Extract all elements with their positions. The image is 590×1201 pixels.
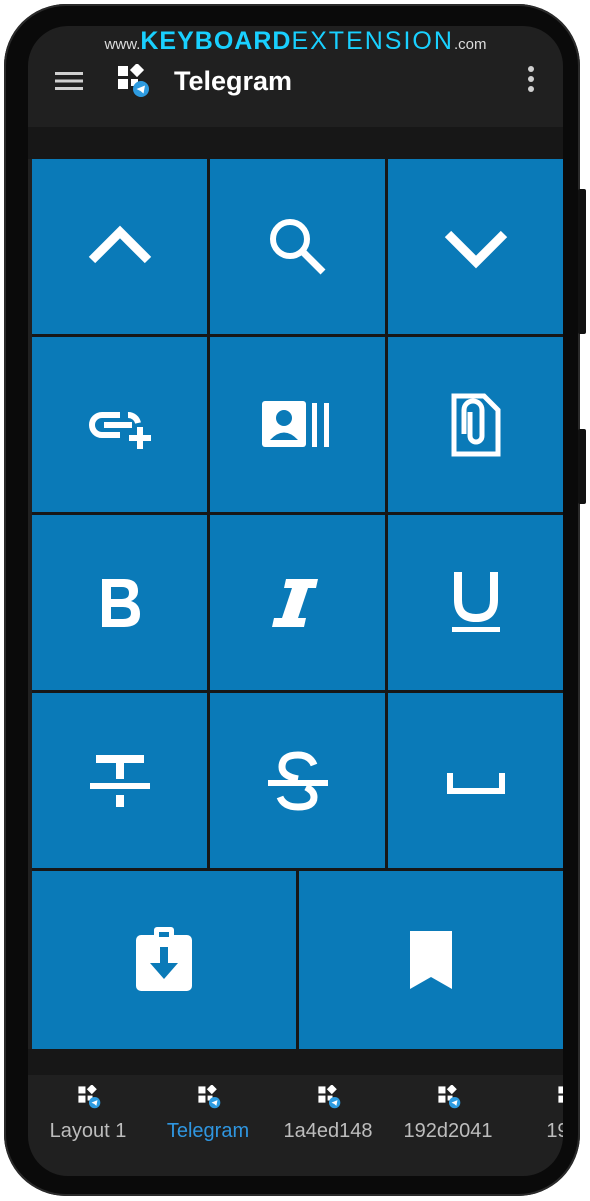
bookmark-key[interactable] [299, 871, 563, 1049]
more-vertical-icon[interactable] [525, 64, 537, 96]
contacts-card-icon [261, 400, 329, 447]
strikethrough-key[interactable] [32, 693, 207, 868]
layout-tab-label: Layout 1 [49, 1120, 127, 1142]
italic-key[interactable] [210, 515, 385, 690]
space-key[interactable] [388, 693, 563, 868]
scroll-down-key[interactable] [388, 159, 563, 334]
key-grid [32, 159, 563, 1049]
watermark-prefix: www. [104, 36, 141, 53]
italic-icon [271, 578, 318, 627]
chevron-down-icon [444, 230, 507, 268]
hamburger-menu-icon[interactable] [54, 66, 84, 96]
screen: www.KEYBOARDEXTENSION.com Telegram Layou… [28, 26, 563, 1176]
top-divider-strip [28, 127, 563, 159]
bold-icon [101, 578, 140, 627]
layout-tab-label: 1a4ed148 [283, 1120, 373, 1142]
layout-tab-icon [557, 1085, 563, 1109]
format-strikethrough-icon [89, 754, 150, 807]
layout-tab-2[interactable]: Telegram [148, 1075, 268, 1165]
attach-file-key[interactable] [388, 337, 563, 512]
chevron-up-icon [88, 225, 151, 263]
volume-button [578, 429, 586, 504]
layout-tab-label: 19c2 [546, 1120, 563, 1142]
strikethrough-s-key[interactable] [210, 693, 385, 868]
add-link-key[interactable] [32, 337, 207, 512]
layout-tab-icon [197, 1084, 221, 1109]
bottom-divider-strip [28, 1049, 563, 1075]
strikethrough-s-icon [267, 750, 328, 811]
layout-tab-icon [317, 1084, 341, 1109]
bookmark-icon [410, 931, 452, 989]
paste-key[interactable] [32, 871, 296, 1049]
search-key[interactable] [210, 159, 385, 334]
add-link-icon [88, 411, 151, 449]
layout-tab-3[interactable]: 1a4ed148 [268, 1075, 388, 1165]
space-bar-icon [446, 772, 505, 794]
attachment-file-icon [451, 393, 500, 456]
scroll-up-key[interactable] [32, 159, 207, 334]
layout-tab-icon [77, 1084, 101, 1109]
search-icon [269, 218, 325, 274]
watermark-brand-light: EXTENSION [291, 27, 454, 55]
app-bar: Telegram [28, 54, 563, 106]
clipboard-arrow-down-icon [136, 927, 192, 991]
layout-tabs: Layout 1 Telegram 1a4ed148 192d2041 19c2 [28, 1075, 563, 1176]
layout-tab-5[interactable]: 19c2 [508, 1075, 563, 1165]
bold-key[interactable] [32, 515, 207, 690]
layout-tab-1[interactable]: Layout 1 [28, 1075, 148, 1165]
underline-key[interactable] [388, 515, 563, 690]
layout-tab-4[interactable]: 192d2041 [388, 1075, 508, 1165]
watermark-brand-bold: KEYBOARD [140, 27, 292, 55]
phone-frame: www.KEYBOARDEXTENSION.com Telegram Layou… [4, 4, 586, 1196]
layout-tab-label: Telegram [166, 1120, 250, 1142]
contacts-key[interactable] [210, 337, 385, 512]
power-button [578, 189, 586, 334]
watermark-suffix: .com [453, 36, 487, 53]
telegram-layout-logo-icon [116, 62, 150, 98]
layout-tab-icon [437, 1084, 461, 1109]
underline-icon [451, 571, 500, 632]
layout-tab-label: 192d2041 [403, 1120, 493, 1142]
app-title: Telegram [174, 66, 293, 96]
